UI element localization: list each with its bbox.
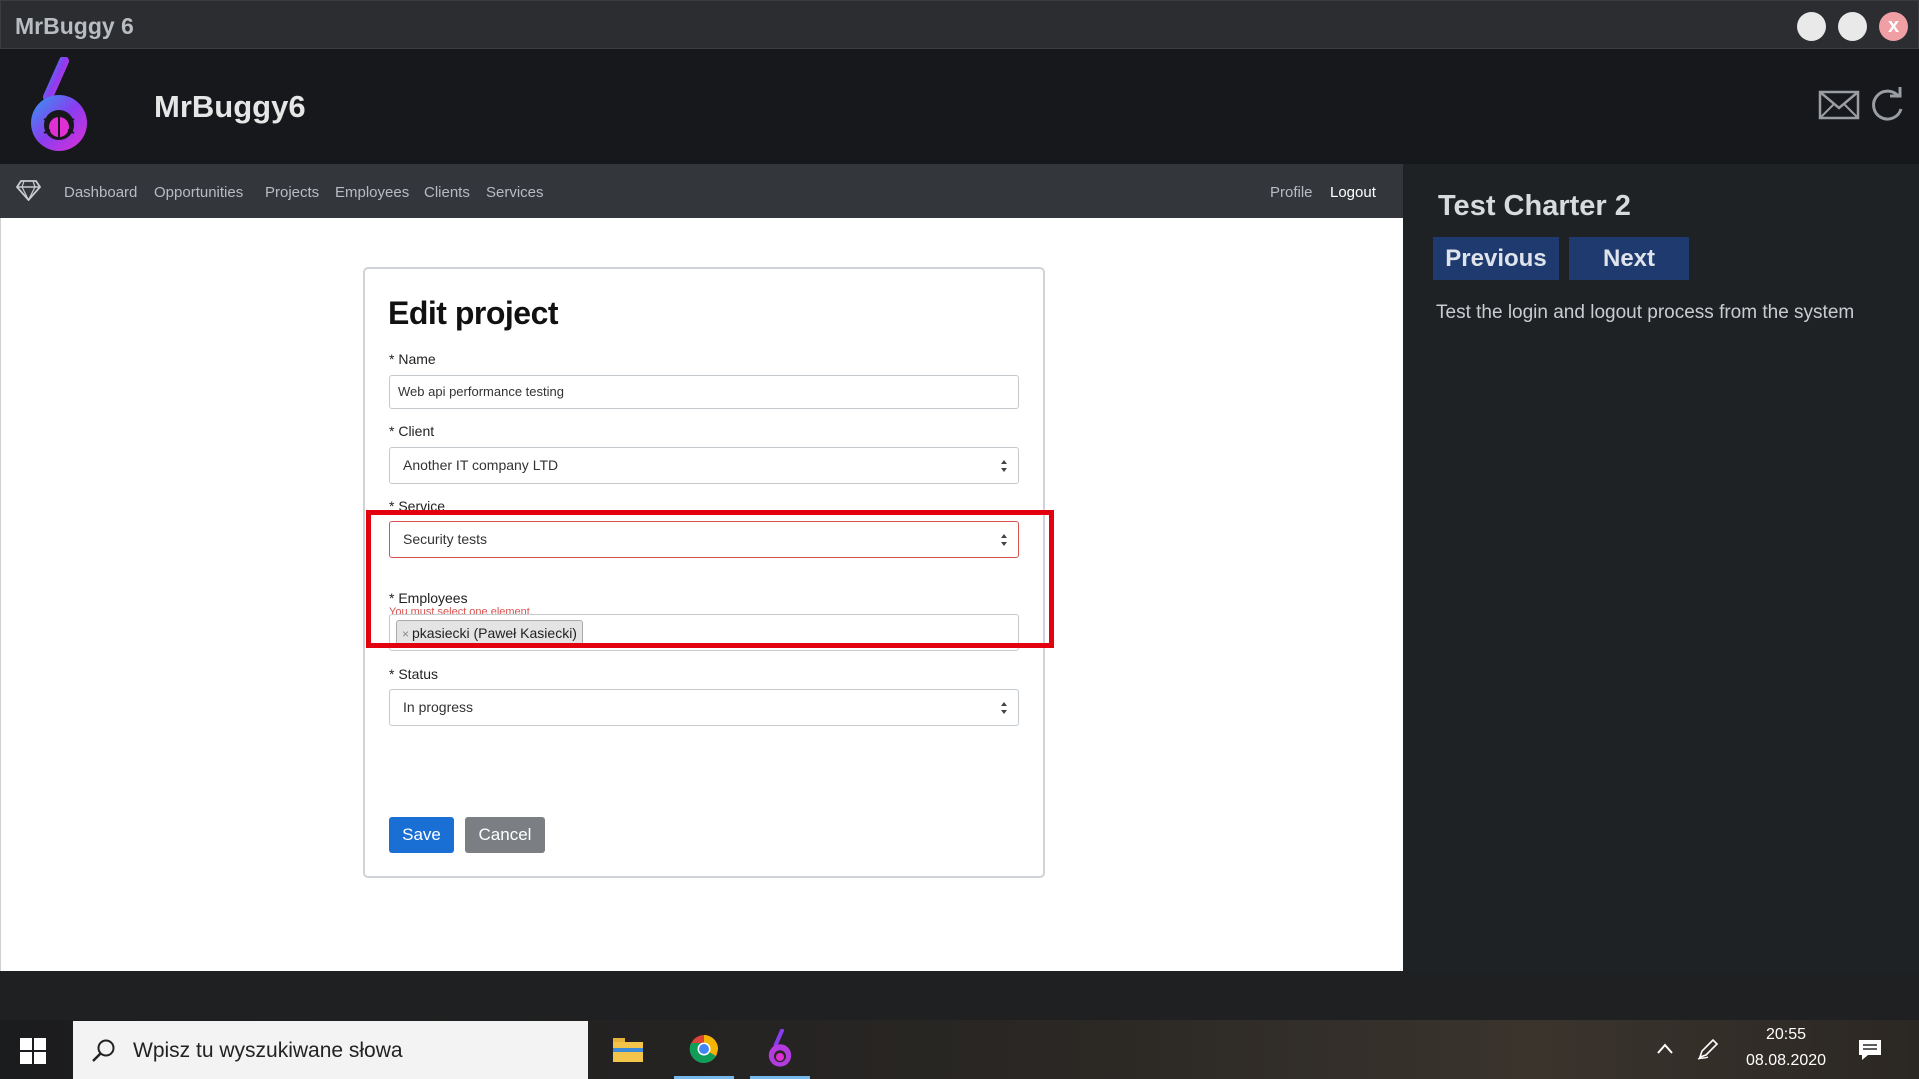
nav-opportunities[interactable]: Opportunities — [154, 184, 243, 201]
test-charter-description: Test the login and logout process from t… — [1436, 302, 1855, 323]
name-input[interactable]: Web api performance testing — [389, 375, 1019, 409]
nav-dashboard[interactable]: Dashboard — [64, 184, 137, 201]
taskbar-search[interactable]: Wpisz tu wyszukiwane słowa — [73, 1021, 588, 1079]
notification-icon[interactable] — [1857, 1038, 1883, 1062]
service-label: * Service — [389, 498, 446, 514]
app-header: MrBuggy6 — [0, 49, 1919, 164]
clock-date[interactable]: 08.08.2020 — [1740, 1052, 1832, 1070]
windows-start-icon[interactable] — [20, 1038, 46, 1064]
taskbar-mrbuggy[interactable] — [750, 1020, 810, 1079]
status-label: * Status — [389, 666, 439, 682]
employee-tag-label: pkasiecki (Paweł Kasiecki) — [412, 625, 577, 641]
nav-services[interactable]: Services — [486, 184, 544, 201]
name-label: * Name — [389, 351, 436, 367]
status-select-value: In progress — [403, 699, 474, 715]
service-select-value: Security tests — [403, 531, 488, 547]
chrome-icon — [689, 1035, 718, 1064]
select-arrows-icon — [1001, 534, 1007, 546]
refresh-icon[interactable] — [1866, 87, 1908, 123]
folder-icon — [613, 1038, 643, 1062]
mrbuggy-logo-icon — [31, 57, 87, 151]
nav-employees[interactable]: Employees — [335, 184, 409, 201]
search-placeholder: Wpisz tu wyszukiwane słowa — [133, 1039, 403, 1062]
previous-button[interactable]: Previous — [1433, 237, 1559, 280]
nav-clients[interactable]: Clients — [424, 184, 470, 201]
diamond-icon[interactable] — [16, 179, 41, 201]
search-icon — [92, 1039, 115, 1062]
employee-tag: × pkasiecki (Paweł Kasiecki) — [396, 620, 583, 646]
status-select[interactable]: In progress — [389, 689, 1019, 726]
cancel-button[interactable]: Cancel — [465, 817, 545, 853]
client-select-value: Another IT company LTD — [403, 457, 559, 473]
save-button[interactable]: Save — [389, 817, 454, 853]
nav-projects[interactable]: Projects — [265, 184, 319, 201]
client-label: * Client — [389, 423, 435, 439]
taskbar-chrome[interactable] — [674, 1020, 734, 1079]
mail-icon[interactable] — [1818, 87, 1860, 123]
app-footer — [0, 971, 1919, 1020]
brand-name: MrBuggy6 — [154, 89, 306, 124]
window-title: MrBuggy 6 — [15, 13, 134, 39]
nav-profile[interactable]: Profile — [1270, 184, 1313, 201]
client-select[interactable]: Another IT company LTD — [389, 447, 1019, 484]
clock-time[interactable]: 20:55 — [1740, 1026, 1832, 1044]
close-button[interactable]: x — [1879, 12, 1908, 41]
remove-tag-icon[interactable]: × — [402, 627, 409, 641]
windows-taskbar: Wpisz tu wyszukiwane słowa 20:55 08.08.2… — [0, 1020, 1919, 1079]
taskbar-file-explorer[interactable] — [598, 1020, 658, 1079]
employees-label: * Employees — [389, 590, 468, 606]
test-charter-title: Test Charter 2 — [1438, 190, 1631, 222]
pen-icon[interactable] — [1696, 1037, 1720, 1061]
mrbuggy-icon — [768, 1029, 792, 1067]
main-content: Edit project * Name Web api performance … — [0, 218, 1403, 971]
page-title: Edit project — [388, 295, 559, 331]
service-select[interactable]: Security tests — [389, 521, 1019, 558]
next-button[interactable]: Next — [1569, 237, 1689, 280]
test-charter-panel: Test Charter 2 Previous Next Test the lo… — [1403, 164, 1919, 971]
window-titlebar: MrBuggy 6 x — [0, 0, 1919, 49]
main-navbar: Dashboard Opportunities Projects Employe… — [0, 164, 1403, 218]
select-arrows-icon — [1001, 702, 1007, 714]
edit-project-card: Edit project * Name Web api performance … — [363, 267, 1045, 878]
employees-multiselect[interactable]: × pkasiecki (Paweł Kasiecki) — [389, 614, 1019, 651]
select-arrows-icon — [1001, 460, 1007, 472]
minimize-button[interactable] — [1797, 12, 1826, 41]
maximize-button[interactable] — [1838, 12, 1867, 41]
nav-logout[interactable]: Logout — [1330, 184, 1376, 201]
chevron-up-icon[interactable] — [1655, 1041, 1675, 1057]
